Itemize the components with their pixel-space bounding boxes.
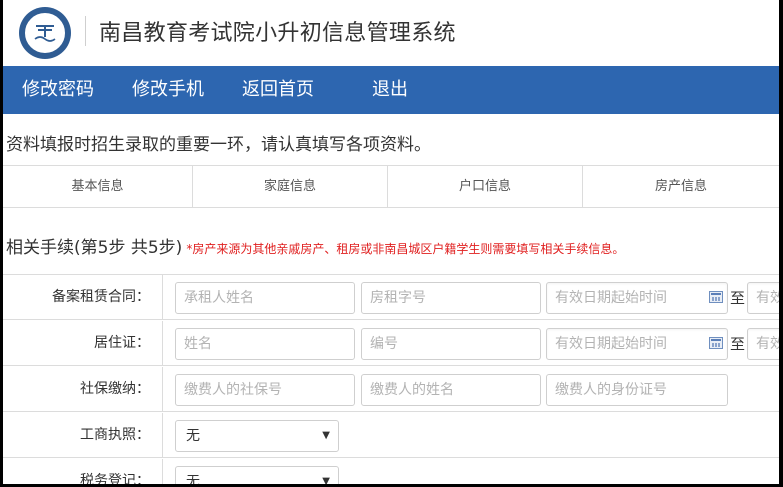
label-lease-contract: 备案租赁合同：	[3, 275, 163, 320]
business-license-select[interactable]: 无 ▼	[175, 420, 339, 452]
payer-name-input[interactable]	[361, 374, 541, 406]
chevron-down-icon: ▼	[322, 430, 330, 441]
chevron-down-icon: ▼	[322, 476, 330, 484]
label-business-license: 工商执照：	[3, 413, 163, 458]
step-heading: 相关手续(第5步 共5步) *房产来源为其他亲戚房产、租房或非南昌城区户籍学生则需…	[6, 233, 624, 258]
social-security-number-input[interactable]	[175, 374, 355, 406]
date-range-separator: 至	[730, 335, 746, 353]
tax-registration-select-value: 无	[186, 474, 200, 484]
permit-start-date-input[interactable]	[546, 328, 728, 360]
step-tabs: 基本信息 家庭信息 户口信息 房产信息	[3, 165, 779, 208]
form-row-social-security: 社保缴纳：	[3, 367, 779, 412]
label-social-security: 社保缴纳：	[3, 367, 163, 412]
tenant-name-input[interactable]	[175, 282, 355, 314]
label-tax-registration: 税务登记：	[3, 459, 163, 484]
site-title: 南昌教育考试院小升初信息管理系统	[99, 21, 456, 46]
notice-text: 资料填报时招生录取的重要一环，请认真填写各项资料。	[6, 135, 431, 155]
lease-end-date-input[interactable]	[747, 282, 779, 314]
calendar-icon[interactable]	[709, 291, 723, 303]
label-residence-permit: 居住证：	[3, 321, 163, 366]
logo-emblem-icon	[34, 25, 56, 42]
permit-number-input[interactable]	[361, 328, 541, 360]
lease-start-date-input[interactable]	[546, 282, 728, 314]
tab-family-info[interactable]: 家庭信息	[193, 166, 388, 207]
logo	[19, 7, 71, 59]
permit-name-input[interactable]	[175, 328, 355, 360]
step-note: *房产来源为其他亲戚房产、租房或非南昌城区户籍学生则需要填写相关手续信息。	[186, 242, 625, 256]
nav-home[interactable]: 返回首页	[242, 66, 314, 114]
form-row-business-license: 工商执照： 无 ▼	[3, 413, 779, 458]
form-row-residence-permit: 居住证： 至	[3, 321, 779, 366]
nav-change-password[interactable]: 修改密码	[22, 66, 94, 114]
header-divider	[85, 16, 86, 46]
tab-property-info[interactable]: 房产信息	[583, 166, 779, 207]
permit-end-date-input[interactable]	[747, 328, 779, 360]
rent-number-input[interactable]	[361, 282, 541, 314]
header: 南昌教育考试院小升初信息管理系统	[3, 0, 779, 66]
business-license-select-value: 无	[186, 428, 200, 444]
date-range-separator: 至	[730, 289, 746, 307]
tab-hukou-info[interactable]: 户口信息	[388, 166, 583, 207]
procedures-form: 备案租赁合同： 至 居住证： 至 社保缴纳： 工商执照：	[3, 274, 779, 484]
payer-id-number-input[interactable]	[546, 374, 728, 406]
tax-registration-select[interactable]: 无 ▼	[175, 466, 339, 484]
nav-change-phone[interactable]: 修改手机	[132, 66, 204, 114]
calendar-icon[interactable]	[709, 337, 723, 349]
app-frame: 南昌教育考试院小升初信息管理系统 修改密码 修改手机 返回首页 退出 资料填报时…	[3, 0, 779, 484]
tab-basic-info[interactable]: 基本信息	[3, 166, 193, 207]
logo-inner	[24, 12, 66, 54]
nav-logout[interactable]: 退出	[372, 66, 408, 114]
step-title: 相关手续(第5步 共5步)	[6, 238, 183, 258]
top-nav: 修改密码 修改手机 返回首页 退出	[3, 66, 779, 114]
form-row-tax-registration: 税务登记： 无 ▼	[3, 459, 779, 484]
form-row-lease-contract: 备案租赁合同： 至	[3, 275, 779, 320]
